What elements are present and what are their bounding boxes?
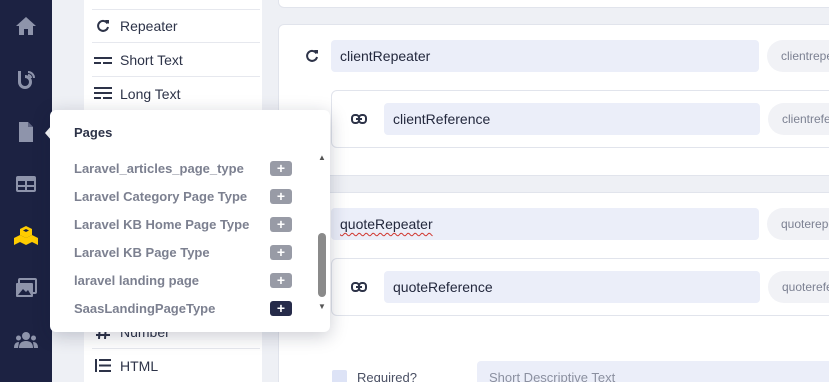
field-name-input[interactable]: quoteReference (384, 271, 760, 303)
home-icon[interactable] (12, 12, 40, 40)
page-type-item[interactable]: laravel landing page + (74, 270, 292, 290)
scrollbar-thumb[interactable] (318, 233, 326, 297)
field-type-short-text[interactable]: Short Text (92, 43, 260, 77)
field-key-pill[interactable]: quotereference (768, 271, 829, 303)
pages-popover: Pages Laravel_articles_page_type + Larav… (50, 110, 330, 332)
short-text-icon (92, 51, 114, 69)
add-page-type-button[interactable]: + (270, 300, 292, 316)
field-key-pill[interactable]: clientrepeater (767, 40, 829, 72)
page-type-label: laravel landing page (74, 272, 199, 288)
page-type-item[interactable]: SaasLandingPageType + (74, 298, 292, 318)
popover-title: Pages (74, 125, 113, 140)
page-type-label: Laravel KB Home Page Type (74, 216, 250, 232)
link-icon[interactable] (350, 110, 368, 128)
users-icon[interactable] (12, 326, 40, 354)
field-name-input[interactable]: clientReference (384, 103, 760, 135)
page-type-item[interactable]: Laravel KB Home Page Type + (74, 214, 292, 234)
add-page-type-button[interactable]: + (270, 216, 292, 232)
field-type-label: Repeater (120, 17, 178, 34)
page-type-item[interactable]: Laravel KB Page Type + (74, 242, 292, 262)
field-name-input[interactable]: quoteRepeater (331, 208, 759, 240)
long-text-icon (92, 85, 114, 103)
add-page-type-button[interactable]: + (270, 160, 292, 176)
page-type-item[interactable]: Laravel_articles_page_type + (74, 158, 292, 178)
blog-icon[interactable] (12, 66, 40, 94)
media-icon[interactable] (12, 274, 40, 302)
field-name-input[interactable]: clientRepeater (331, 40, 759, 72)
schema-card-top (278, 0, 829, 8)
field-name-text: quoteRepeater (340, 216, 433, 232)
required-checkbox[interactable] (332, 370, 347, 382)
repeater-icon[interactable] (303, 47, 321, 65)
page-type-label: Laravel_articles_page_type (74, 160, 244, 176)
link-icon[interactable] (350, 278, 368, 296)
field-key-pill[interactable]: clientreference (768, 103, 829, 135)
field-type-long-text[interactable]: Long Text (92, 77, 260, 111)
reference-block-quote: quoteReference quotereference (331, 258, 829, 316)
repeater-icon (92, 17, 114, 35)
table-icon[interactable] (12, 170, 40, 198)
required-label: Required? (357, 370, 417, 382)
schema-editor: clientRepeater clientrepeater clientRefe… (270, 0, 829, 382)
nav-rail (0, 0, 52, 382)
page-type-label: SaasLandingPageType (74, 300, 216, 316)
scroll-down-arrow-icon[interactable]: ▼ (318, 302, 326, 311)
page-type-label: Laravel KB Page Type (74, 244, 210, 260)
field-type-label: HTML (120, 357, 159, 374)
reference-block-client: clientReference clientreference (331, 90, 829, 148)
field-type-label: Short Text (120, 51, 183, 68)
page-icon[interactable] (12, 118, 40, 146)
field-type-html[interactable]: HTML (92, 349, 260, 382)
field-key-pill[interactable]: quoterepeater (767, 208, 829, 240)
description-input[interactable]: Short Descriptive Text (477, 361, 829, 382)
field-type-repeater[interactable]: Repeater (92, 9, 260, 43)
add-page-type-button[interactable]: + (270, 188, 292, 204)
html-icon (92, 357, 114, 375)
field-type-label: Long Text (120, 85, 181, 102)
components-icon[interactable] (12, 222, 40, 250)
scroll-up-arrow-icon[interactable]: ▲ (318, 153, 326, 162)
add-page-type-button[interactable]: + (270, 244, 292, 260)
add-page-type-button[interactable]: + (270, 272, 292, 288)
page-type-label: Laravel Category Page Type (74, 188, 248, 204)
page-type-item[interactable]: Laravel Category Page Type + (74, 186, 292, 206)
